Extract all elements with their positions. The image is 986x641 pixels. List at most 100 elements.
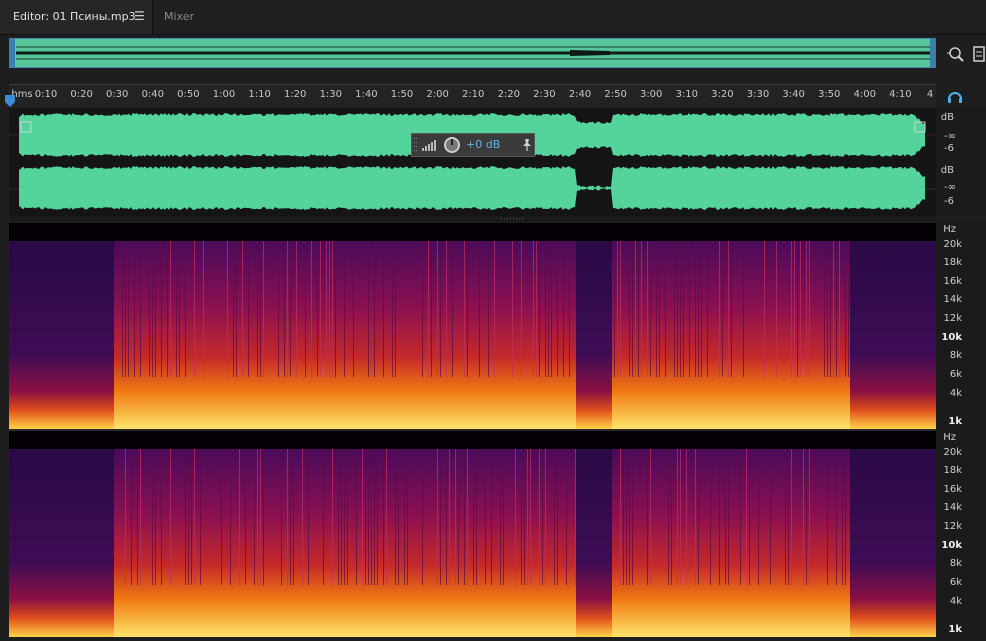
ruler-tick-label: 1:30 [319,89,343,100]
ruler-tick-label: 4:10 [889,89,912,100]
hz-tick-label: 18k [943,465,962,476]
spectrogram-streak [407,449,408,585]
spectrogram-streak [383,241,384,377]
panel-icon[interactable] [972,45,986,63]
waveform-editor[interactable] [9,108,936,216]
tab-editor[interactable]: Editor: 01 Псины.mp3 ☰ [0,0,153,34]
spectrogram-streak [341,449,342,585]
spectrogram-streak [428,241,429,377]
spectrogram-streak [239,449,240,585]
ruler-tick-label: 1:00 [212,89,236,100]
spectrogram-streak [827,241,828,377]
spectrogram-streak [467,449,468,585]
grip-icon[interactable] [414,137,418,153]
spectrogram-streak [524,449,525,585]
spectrogram-streak [527,449,528,585]
spectrogram-streak [122,241,123,377]
ruler-tick-label: 0:50 [177,89,200,100]
tab-mixer-label: Mixer [164,10,195,23]
spectrogram-streak [728,241,729,377]
hz-tick-label: 16k [943,276,962,287]
spectral-display-channel-1[interactable] [9,223,936,429]
hz-tick-label: 10k [941,332,962,343]
spectrogram-streak [245,449,246,585]
spectrogram-streak [161,241,162,377]
ruler-tick-label: 4:00 [853,89,877,100]
tab-editor-label: Editor: 01 Псины.mp3 [13,10,136,23]
headphone-icon[interactable] [946,88,964,104]
waveform-graphic [9,113,936,210]
spectrogram-streak [707,241,708,377]
spectrogram-streak [161,449,162,585]
spectrogram-streak [374,241,375,377]
spectrogram-streak [530,449,531,585]
spectrogram-streak [785,449,786,585]
spectrogram-streak [344,449,345,585]
spectrogram-streak [338,449,339,585]
spectrogram-streak [557,449,558,585]
spectrogram-streak [575,449,576,585]
ch2-db-unit: dB [940,165,954,176]
time-ruler[interactable]: hms 0:10 0:20 0:30 0:40 0:50 1:00 1:10 1:20 1:30… [9,84,936,110]
spectrogram-streak [545,449,546,585]
ruler-tick-label: 2:30 [533,89,556,100]
spectrogram-streak [647,449,648,585]
spectrogram-streak [320,241,321,377]
spectrogram-streak [674,241,675,377]
spectrogram-streak [185,449,186,585]
hz-tick-label: 14k [943,502,962,513]
volume-value[interactable]: +0 dB [466,138,500,151]
spectrogram-streak [257,449,258,585]
zoom-icon[interactable] [946,44,966,64]
volume-knob-icon[interactable] [443,136,461,154]
hz-tick-label: 1k [948,416,962,427]
divider-grip-icon[interactable] [501,218,523,220]
hz-tick-label: 4k [949,388,962,399]
spectrogram-band [9,449,114,637]
spectrogram-streak [437,449,438,585]
hamburger-icon[interactable]: ☰ [134,9,145,23]
spectrogram-streak [806,449,807,585]
spectrogram-streak [695,241,696,377]
spectrogram-streak [392,241,393,377]
spectrogram-streak [641,241,642,377]
overview-right-handle[interactable] [930,38,936,68]
spectrogram-streak [395,449,396,585]
ch2-db-inf: -∞ [944,182,956,193]
spectrogram-streak [281,449,282,585]
spectrogram-streak [803,449,804,585]
spectrogram-streak [824,241,825,377]
spectrogram-streak [368,241,369,377]
spectrogram-streak [464,241,465,377]
ch1-db-minus6: -6 [944,143,954,154]
ruler-tick-label: 1:40 [355,89,378,100]
ch1-db-inf: -∞ [944,131,956,142]
spectrogram-streak [290,449,291,585]
hz-tick-label: 12k [943,313,962,324]
spectral-display-channel-2[interactable] [9,431,936,637]
spectrogram-streak [797,241,798,377]
ruler-tick-label: 2:20 [497,89,521,100]
spectrogram-streak [371,449,372,585]
spectrogram-streak [839,241,840,377]
spectrogram-streak [632,449,633,585]
playhead-marker[interactable] [4,94,16,108]
panel-divider[interactable] [9,216,936,222]
spectrogram-streak [227,241,228,377]
tab-mixer[interactable]: Mixer [152,0,212,34]
spectrogram-streak [305,241,306,377]
overview-waveform[interactable] [9,38,936,68]
spectrogram-streak [131,449,132,585]
waveform-channel [19,166,925,210]
ch1-db-unit: dB [940,112,954,123]
spectrogram-streak [836,449,837,585]
spectrogram-streak [458,449,459,585]
spectrogram-streak [548,241,549,377]
spectrogram-streak [689,241,690,377]
pin-icon[interactable] [522,138,532,152]
overview-left-handle[interactable] [9,38,15,68]
spectrogram-streak [287,449,288,585]
spectrogram-streak [719,241,720,377]
volume-hud[interactable]: +0 dB [411,133,535,157]
ruler-tick-label: 3:30 [746,89,770,100]
